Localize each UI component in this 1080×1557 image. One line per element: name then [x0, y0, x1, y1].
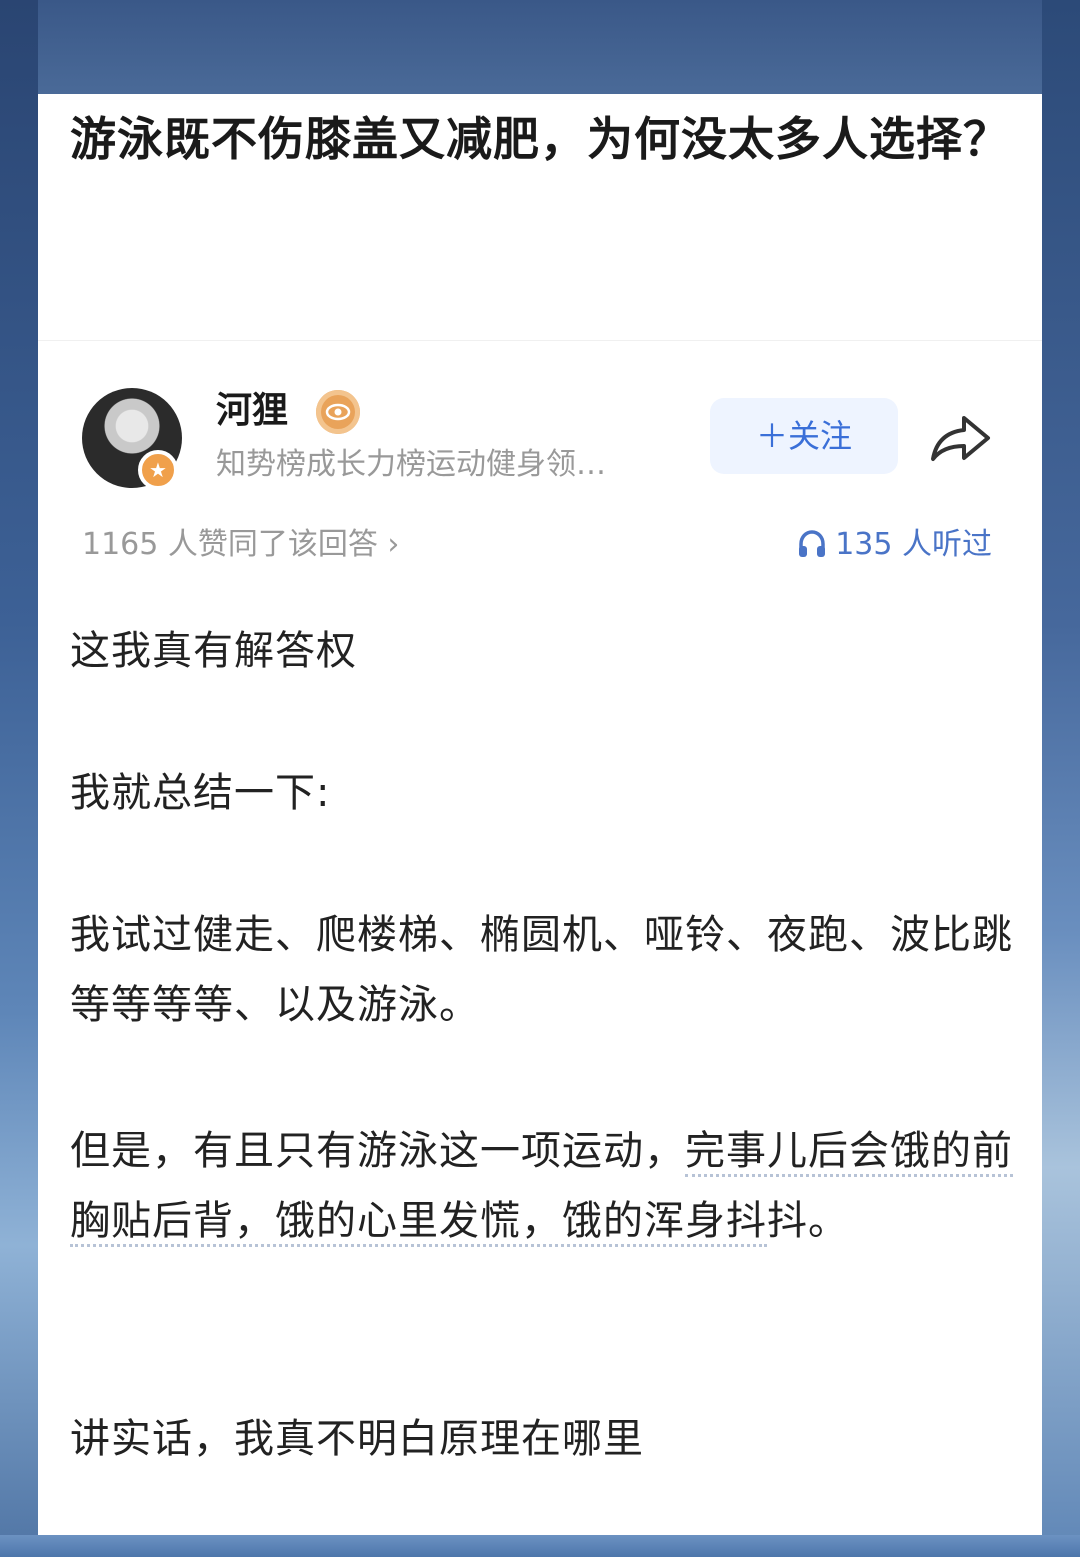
answer-paragraph: 讲实话，我真不明白原理在哪里: [70, 1416, 644, 1462]
background-right: [1042, 0, 1080, 1557]
author-description: 知势榜成长力榜运动健身领…: [216, 447, 606, 482]
listen-count-label: 135 人听过: [835, 527, 992, 562]
divider: [38, 340, 1042, 341]
question-title[interactable]: 游泳既不伤膝盖又减肥，为何没太多人选择？: [70, 106, 1020, 172]
headphone-icon: [799, 530, 826, 557]
background-left: [0, 0, 38, 1557]
listen-count[interactable]: 135 人听过: [797, 524, 992, 566]
likes-count[interactable]: 1165 人赞同了该回答 ›: [82, 524, 399, 566]
paragraph-part: 抖。: [767, 1198, 849, 1244]
follow-button[interactable]: ＋关注: [710, 398, 898, 474]
share-arrow-icon[interactable]: [928, 412, 994, 464]
answer-paragraph: 我试过健走、爬楼梯、椭圆机、哑铃、夜跑、波比跳等等等等、以及游泳。: [70, 912, 1013, 1028]
paragraph-part: 但是，有且只有游泳这一项运动，: [70, 1128, 685, 1174]
answer-paragraph: 这我真有解答权: [70, 628, 357, 674]
eye-medal-icon: [316, 390, 360, 434]
answer-card: 游泳既不伤膝盖又减肥，为何没太多人选择？ ★ 河狸 知势榜成长力榜运动健身领… …: [38, 94, 1042, 1535]
author-name[interactable]: 河狸: [216, 388, 288, 434]
answer-paragraph: 我就总结一下:: [70, 770, 331, 816]
star-badge-icon: ★: [138, 450, 178, 490]
background-bottom: [0, 1535, 1080, 1557]
background-top: [0, 0, 1080, 94]
answer-paragraph: 但是，有且只有游泳这一项运动，完事儿后会饿的前胸贴后背，饿的心里发慌，饿的浑身抖…: [70, 1116, 1020, 1256]
